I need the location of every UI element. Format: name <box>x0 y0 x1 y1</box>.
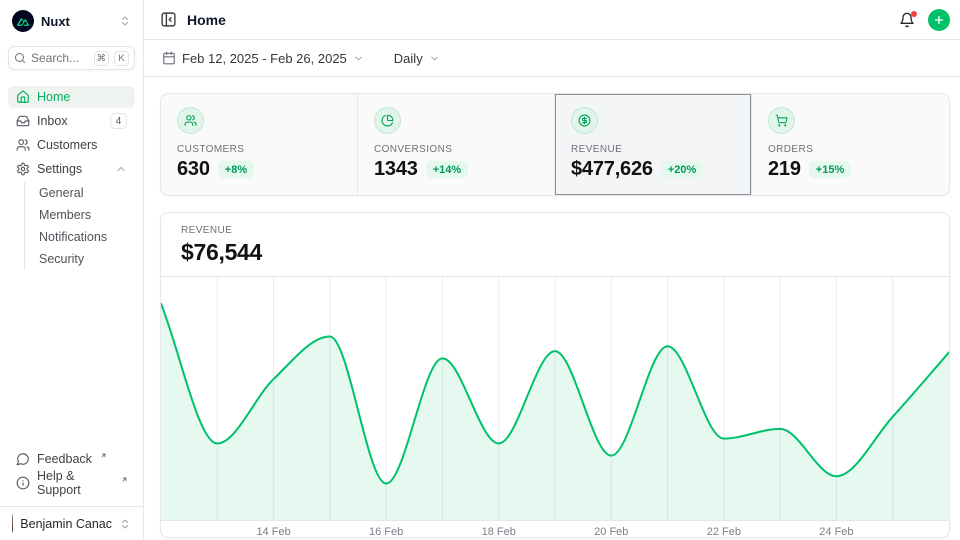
sidebar-item-customers[interactable]: Customers <box>8 134 135 156</box>
stat-value: 1343 <box>374 158 418 181</box>
revenue-chart-card: REVENUE $76,544 14 Feb 16 Feb 18 Feb 20 Feb… <box>160 212 950 538</box>
sidebar: Nuxt ⌘ K Home Inbox 4 <box>0 0 144 540</box>
stat-card-orders[interactable]: ORDERS 219 +15% <box>752 94 949 195</box>
stat-value: 630 <box>177 158 210 181</box>
chevrons-up-down-icon <box>119 15 131 27</box>
date-range-value: Feb 12, 2025 - Feb 26, 2025 <box>182 51 347 66</box>
stat-value: $477,626 <box>571 158 653 181</box>
calendar-icon <box>162 51 176 65</box>
x-tick-label: 18 Feb <box>482 526 516 538</box>
plus-icon <box>933 14 945 26</box>
chart-header: REVENUE $76,544 <box>161 213 949 277</box>
stat-label: ORDERS <box>768 144 933 155</box>
stat-value: 219 <box>768 158 801 181</box>
sidebar-collapse-button[interactable] <box>160 11 177 28</box>
home-icon <box>16 90 30 104</box>
sidebar-item-settings[interactable]: Settings <box>8 158 135 180</box>
search-icon <box>14 52 26 64</box>
top-bar: Home <box>144 0 960 40</box>
message-bubble-icon <box>16 452 30 466</box>
sidebar-nav: Home Inbox 4 Customers Settings Genera <box>8 86 135 272</box>
user-menu[interactable]: Benjamin Canac <box>0 506 143 540</box>
page-title: Home <box>187 12 226 28</box>
add-button[interactable] <box>928 9 950 31</box>
sidebar-item-security[interactable]: Security <box>35 248 135 270</box>
chevron-up-icon <box>115 163 127 175</box>
date-range-picker[interactable]: Feb 12, 2025 - Feb 26, 2025 <box>156 47 370 70</box>
stat-delta-badge: +20% <box>661 161 703 178</box>
inbox-count-badge: 4 <box>110 113 127 129</box>
x-tick-label: 22 Feb <box>707 526 741 538</box>
sidebar-item-home[interactable]: Home <box>8 86 135 108</box>
stat-delta-badge: +14% <box>426 161 468 178</box>
sidebar-item-general[interactable]: General <box>35 182 135 204</box>
search-input[interactable] <box>31 51 89 65</box>
users-icon <box>177 107 204 134</box>
stat-delta-badge: +15% <box>809 161 851 178</box>
kbd-k: K <box>114 51 129 66</box>
chart-metric-value: $76,544 <box>181 239 929 266</box>
period-select[interactable]: Daily <box>388 47 446 70</box>
chart-metric-label: REVENUE <box>181 225 929 236</box>
stat-label: CONVERSIONS <box>374 144 538 155</box>
period-value: Daily <box>394 51 423 66</box>
workspace-name: Nuxt <box>41 14 70 29</box>
x-tick-label: 14 Feb <box>256 526 290 538</box>
stat-delta-badge: +8% <box>218 161 254 178</box>
info-circle-icon <box>16 476 30 490</box>
settings-subnav: General Members Notifications Security <box>24 182 135 270</box>
search-box[interactable]: ⌘ K <box>8 46 135 70</box>
sidebar-item-members[interactable]: Members <box>35 204 135 226</box>
chart-plot-area[interactable] <box>161 277 949 520</box>
sidebar-footer: Feedback Help & Support <box>8 448 135 496</box>
user-name: Benjamin Canac <box>20 517 112 531</box>
x-tick-label: 16 Feb <box>369 526 403 538</box>
stat-label: REVENUE <box>571 144 735 155</box>
notification-dot <box>911 11 918 18</box>
sidebar-item-notifications[interactable]: Notifications <box>35 226 135 248</box>
gear-icon <box>16 162 30 176</box>
pie-chart-icon <box>374 107 401 134</box>
feedback-link[interactable]: Feedback <box>8 448 135 470</box>
dollar-circle-icon <box>571 107 598 134</box>
chevron-down-icon <box>429 53 440 64</box>
help-support-link[interactable]: Help & Support <box>8 472 135 494</box>
users-icon <box>16 138 30 152</box>
workspace-switcher[interactable]: Nuxt <box>8 6 135 36</box>
stats-panel: CUSTOMERS 630 +8% CONVERSIONS 1343 +14% <box>160 93 950 196</box>
kbd-cmd: ⌘ <box>94 51 110 66</box>
arrow-up-right-icon <box>100 452 107 459</box>
stat-card-revenue[interactable]: REVENUE $477,626 +20% <box>555 94 752 195</box>
main-area: Home Feb 12, 2025 - Feb 26, 2025 Daily <box>144 0 960 540</box>
filters-toolbar: Feb 12, 2025 - Feb 26, 2025 Daily <box>144 40 960 77</box>
stat-label: CUSTOMERS <box>177 144 341 155</box>
cart-icon <box>768 107 795 134</box>
chevrons-up-down-icon <box>119 518 131 530</box>
inbox-icon <box>16 114 30 128</box>
revenue-area-chart[interactable] <box>161 277 949 520</box>
stat-card-conversions[interactable]: CONVERSIONS 1343 +14% <box>358 94 555 195</box>
x-tick-label: 20 Feb <box>594 526 628 538</box>
chart-x-axis: 14 Feb 16 Feb 18 Feb 20 Feb 22 Feb 24 Feb <box>161 520 949 537</box>
x-tick-label: 24 Feb <box>819 526 853 538</box>
chevron-down-icon <box>353 53 364 64</box>
sidebar-item-inbox[interactable]: Inbox 4 <box>8 110 135 132</box>
dashboard-content: CUSTOMERS 630 +8% CONVERSIONS 1343 +14% <box>144 77 960 540</box>
nuxt-logo-icon <box>12 10 34 32</box>
notifications-button[interactable] <box>899 12 915 28</box>
arrow-up-right-icon <box>121 476 128 483</box>
stat-card-customers[interactable]: CUSTOMERS 630 +8% <box>161 94 358 195</box>
avatar <box>12 514 13 533</box>
sidebar-spacer <box>0 272 143 448</box>
